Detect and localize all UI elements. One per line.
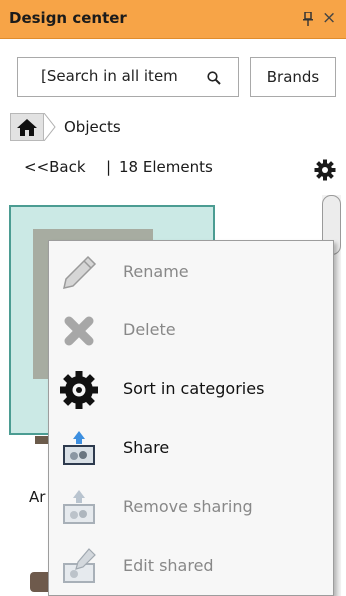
menu-item-label: Share <box>123 438 170 457</box>
menu-item-label: Delete <box>123 320 176 339</box>
gear-icon[interactable] <box>314 159 336 181</box>
search-input[interactable]: [Search in all item <box>17 57 239 97</box>
panel-title-bar: Design center × <box>0 0 346 39</box>
search-icon[interactable] <box>206 70 222 86</box>
home-icon <box>17 119 37 136</box>
brands-button[interactable]: Brands <box>250 57 336 97</box>
search-input-value: [Search in all item <box>41 67 178 85</box>
menu-item-sort-in-categories[interactable]: Sort in categories <box>49 360 333 418</box>
x-icon <box>64 316 94 346</box>
item-label[interactable]: Ar <box>29 488 45 506</box>
menu-item-edit-shared[interactable]: Edit shared <box>49 537 333 595</box>
context-menu: Rename Delete Sort in categories Share R… <box>48 240 334 596</box>
back-link[interactable]: <<Back <box>24 158 86 176</box>
menu-item-share[interactable]: Share <box>49 419 333 477</box>
breadcrumb-current[interactable]: Objects <box>64 118 121 136</box>
breadcrumb-separator-icon <box>43 113 56 141</box>
menu-item-label: Remove sharing <box>123 497 253 516</box>
breadcrumb: Objects <box>10 113 336 143</box>
menu-item-delete[interactable]: Delete <box>49 301 333 359</box>
pencil-icon <box>63 255 97 289</box>
gear-icon <box>60 371 98 409</box>
menu-item-label: Edit shared <box>123 556 214 575</box>
panel-title: Design center <box>9 9 127 27</box>
unshare-folder-icon <box>63 490 95 524</box>
close-icon[interactable]: × <box>322 8 336 28</box>
menu-item-rename[interactable]: Rename <box>49 243 333 301</box>
elements-count: 18 Elements <box>119 158 213 176</box>
nav-separator: | <box>106 158 112 176</box>
menu-item-label: Rename <box>123 262 189 281</box>
menu-item-remove-sharing[interactable]: Remove sharing <box>49 478 333 536</box>
share-folder-icon <box>63 431 95 465</box>
menu-item-label: Sort in categories <box>123 379 265 398</box>
home-button[interactable] <box>10 113 44 141</box>
edit-shared-icon <box>63 548 96 583</box>
pin-icon[interactable] <box>303 12 313 26</box>
